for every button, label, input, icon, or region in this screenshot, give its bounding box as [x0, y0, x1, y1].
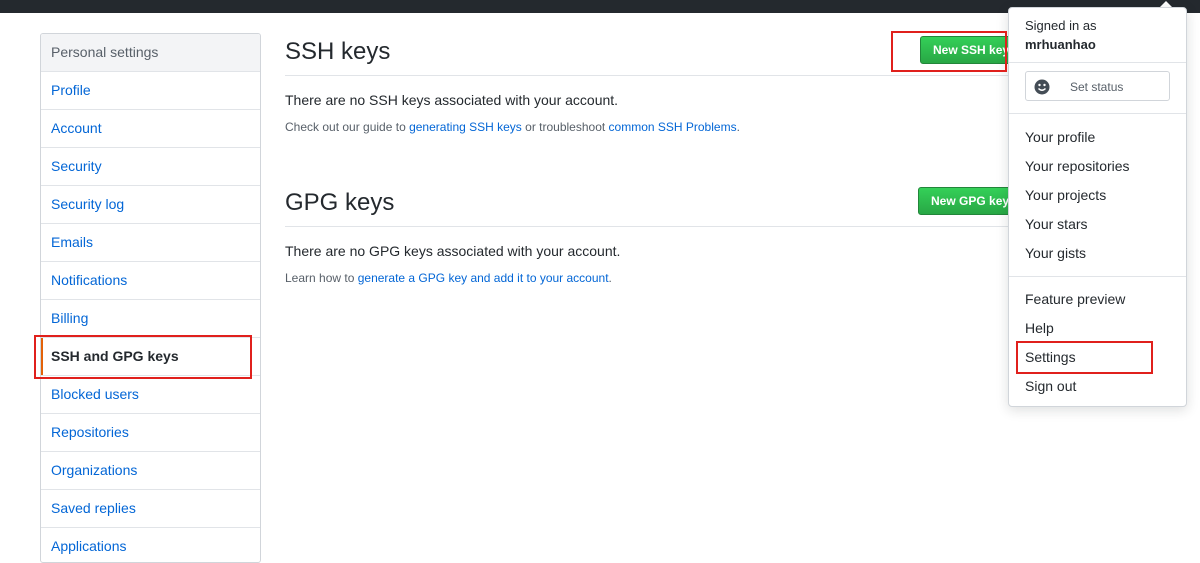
common-ssh-problems-link[interactable]: common SSH Problems	[609, 120, 737, 134]
sidebar-item-security[interactable]: Security	[41, 148, 260, 186]
settings-sidebar: Personal settings Profile Account Security…	[40, 33, 261, 563]
sidebar-item-blocked-users[interactable]: Blocked users	[41, 376, 260, 414]
ssh-note-suffix: .	[736, 120, 740, 134]
menu-item-your-profile[interactable]: Your profile	[1009, 123, 1186, 152]
sidebar-item-emails[interactable]: Emails	[41, 224, 260, 262]
sidebar-header: Personal settings	[41, 34, 260, 72]
menu-item-help[interactable]: Help	[1009, 314, 1186, 343]
signed-in-label: Signed in as	[1025, 18, 1097, 33]
generating-ssh-keys-link[interactable]: generating SSH keys	[409, 120, 522, 134]
ssh-guide-note: Check out our guide to generating SSH ke…	[285, 120, 1020, 134]
ssh-empty-text: There are no SSH keys associated with yo…	[285, 92, 619, 108]
sidebar-item-repositories[interactable]: Repositories	[41, 414, 260, 452]
sidebar-item-billing[interactable]: Billing	[41, 300, 260, 338]
sidebar-item-security-log[interactable]: Security log	[41, 186, 260, 224]
set-status-button[interactable]: Set status	[1025, 71, 1170, 101]
menu-item-your-projects[interactable]: Your projects	[1009, 181, 1186, 210]
smiley-icon	[1034, 79, 1050, 95]
annotation-box-ssh-gpg-keys	[34, 335, 252, 379]
gpg-guide-note: Learn how to generate a GPG key and add …	[285, 271, 1020, 285]
gpg-keys-title: GPG keys	[285, 189, 395, 216]
gpg-empty-text: There are no GPG keys associated with yo…	[285, 243, 621, 259]
menu-item-feature-preview[interactable]: Feature preview	[1009, 285, 1186, 314]
set-status-label: Set status	[1070, 80, 1124, 94]
sidebar-item-applications[interactable]: Applications	[41, 528, 260, 562]
gpg-keys-section: GPG keys New GPG key There are no GPG ke…	[285, 182, 1020, 285]
menu-item-your-stars[interactable]: Your stars	[1009, 210, 1186, 239]
gpg-keys-header: GPG keys New GPG key	[285, 182, 1020, 227]
ssh-note-middle: or troubleshoot	[521, 120, 609, 134]
new-gpg-key-button[interactable]: New GPG key	[918, 187, 1014, 215]
username: mrhuanhao	[1025, 37, 1096, 52]
sidebar-item-organizations[interactable]: Organizations	[41, 452, 260, 490]
generate-gpg-key-link[interactable]: generate a GPG key and add it to your ac…	[358, 271, 609, 285]
sidebar-item-saved-replies[interactable]: Saved replies	[41, 490, 260, 528]
annotation-box-new-ssh-key	[891, 31, 1007, 72]
annotation-box-settings	[1016, 341, 1153, 374]
sidebar-item-account[interactable]: Account	[41, 110, 260, 148]
sidebar-item-profile[interactable]: Profile	[41, 72, 260, 110]
sidebar-item-notifications[interactable]: Notifications	[41, 262, 260, 300]
menu-item-your-repositories[interactable]: Your repositories	[1009, 152, 1186, 181]
gpg-note-suffix: .	[608, 271, 612, 285]
menu-item-sign-out[interactable]: Sign out	[1009, 372, 1186, 401]
gpg-note-prefix: Learn how to	[285, 271, 358, 285]
menu-item-your-gists[interactable]: Your gists	[1009, 239, 1186, 268]
ssh-note-prefix: Check out our guide to	[285, 120, 410, 134]
